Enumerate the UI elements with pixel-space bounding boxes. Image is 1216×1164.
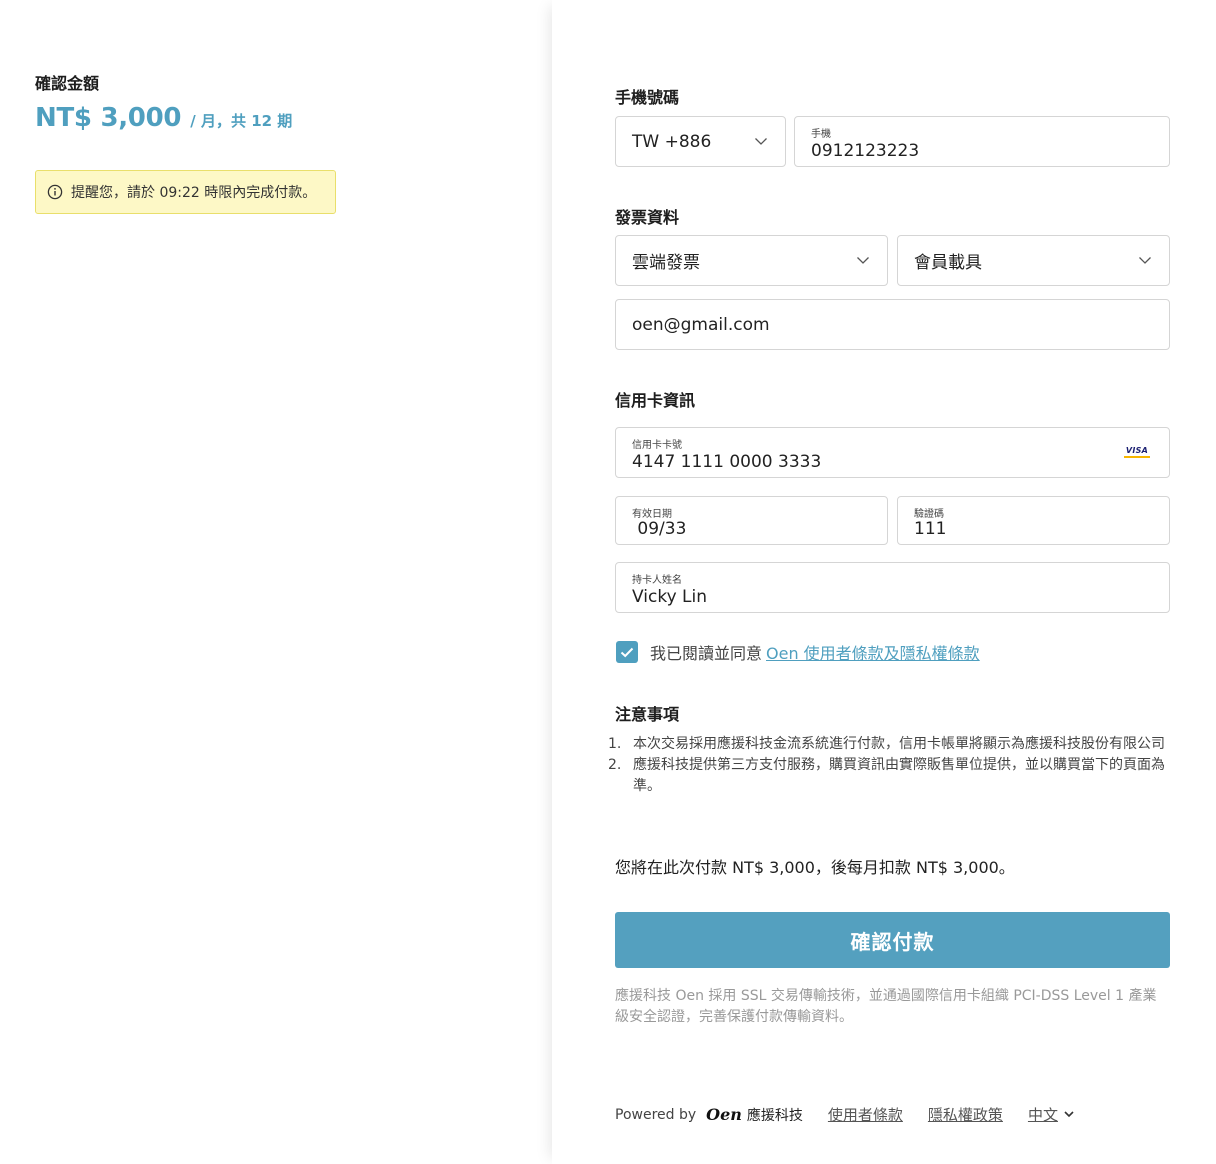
card-cvc-input[interactable]: 驗證碼 111 <box>897 496 1170 545</box>
oen-logo: Oen <box>706 1105 742 1124</box>
invoice-carrier-value: 會員載具 <box>914 253 982 273</box>
invoice-section-title: 發票資料 <box>615 208 680 227</box>
order-summary-pane: 確認金額 NT$ 3,000 / 月，共 12 期 提醒您，請於 09:22 時… <box>0 0 552 1164</box>
list-item: 1. 本次交易採用應援科技金流系統進行付款，信用卡帳單將顯示為應援科技股份有限公… <box>608 736 1165 752</box>
amount-display: NT$ 3,000 / 月，共 12 期 <box>35 103 292 133</box>
invoice-type-value: 雲端發票 <box>632 253 700 273</box>
visa-card-icon: VISA <box>1123 443 1151 461</box>
card-number-input[interactable]: 信用卡卡號 4147 1111 0000 3333 VISA <box>615 427 1170 478</box>
card-expiry-input[interactable]: 有效日期 09/33 <box>615 496 888 545</box>
powered-by-text: Powered by <box>615 1106 697 1123</box>
card-expiry-value: 09/33 <box>632 519 687 539</box>
cardholder-label: 持卡人姓名 <box>632 575 682 586</box>
chevron-down-icon <box>1064 1111 1074 1118</box>
list-item: 2. 應援科技提供第三方支付服務，購買資訊由實際販售單位提供，並以購買當下的頁面… <box>608 757 1165 794</box>
cardholder-value: Vicky Lin <box>632 587 707 607</box>
terms-agreement: 我已閱讀並同意 Oen 使用者條款及隱私權條款 <box>616 640 980 664</box>
check-icon <box>620 647 634 657</box>
invoice-email-value: oen@gmail.com <box>632 314 770 335</box>
invoice-email-input[interactable]: oen@gmail.com <box>615 299 1170 350</box>
info-icon <box>47 184 63 200</box>
chevron-down-icon <box>857 256 869 264</box>
charge-summary-text: 您將在此次付款 NT$ 3,000，後每月扣款 NT$ 3,000。 <box>615 858 1015 877</box>
card-number-value: 4147 1111 0000 3333 <box>632 452 822 472</box>
footer: Powered by Oen 應援科技 使用者條款 隱私權政策 中文 <box>615 1104 1074 1125</box>
amount-period: / 月，共 12 期 <box>190 112 293 130</box>
brand-name: 應援科技 <box>746 1107 803 1124</box>
amount-value: NT$ 3,000 <box>35 103 182 133</box>
privacy-policy-link[interactable]: 隱私權政策 <box>928 1104 1003 1125</box>
notes-list: 1. 本次交易採用應援科技金流系統進行付款，信用卡帳單將顯示為應援科技股份有限公… <box>608 734 1168 797</box>
reminder-text: 提醒您，請於 09:22 時限內完成付款。 <box>71 185 317 201</box>
chevron-down-icon <box>1139 256 1151 264</box>
terms-link[interactable]: Oen 使用者條款及隱私權條款 <box>766 640 980 664</box>
card-number-label: 信用卡卡號 <box>632 440 682 451</box>
language-value: 中文 <box>1027 1106 1058 1124</box>
card-cvc-label: 驗證碼 <box>914 509 944 520</box>
country-code-select[interactable]: TW +886 <box>615 116 786 167</box>
chevron-down-icon <box>755 137 767 145</box>
confirm-payment-button[interactable]: 確認付款 <box>615 912 1170 968</box>
security-notice: 應援科技 Oen 採用 SSL 交易傳輸技術，並通過國際信用卡組織 PCI-DS… <box>615 988 1157 1025</box>
card-section-title: 信用卡資訊 <box>615 391 696 410</box>
phone-value: 0912123223 <box>811 141 920 161</box>
card-cvc-value: 111 <box>914 519 947 539</box>
terms-of-use-link[interactable]: 使用者條款 <box>828 1104 903 1125</box>
invoice-type-select[interactable]: 雲端發票 <box>615 235 888 286</box>
language-select[interactable]: 中文 <box>1028 1104 1074 1125</box>
phone-input[interactable]: 手機 0912123223 <box>794 116 1170 167</box>
country-code-value: TW +886 <box>632 131 712 152</box>
payment-time-reminder: 提醒您，請於 09:22 時限內完成付款。 <box>35 170 336 214</box>
invoice-carrier-select[interactable]: 會員載具 <box>897 235 1170 286</box>
terms-agreement-text: 我已閱讀並同意 <box>650 644 763 663</box>
cardholder-name-input[interactable]: 持卡人姓名 Vicky Lin <box>615 562 1170 613</box>
phone-section-title: 手機號碼 <box>615 88 680 107</box>
card-expiry-label: 有效日期 <box>632 509 672 520</box>
phone-label: 手機 <box>811 129 831 140</box>
terms-checkbox[interactable] <box>616 641 638 663</box>
notes-title: 注意事項 <box>615 705 680 724</box>
amount-title: 確認金額 <box>35 74 100 93</box>
